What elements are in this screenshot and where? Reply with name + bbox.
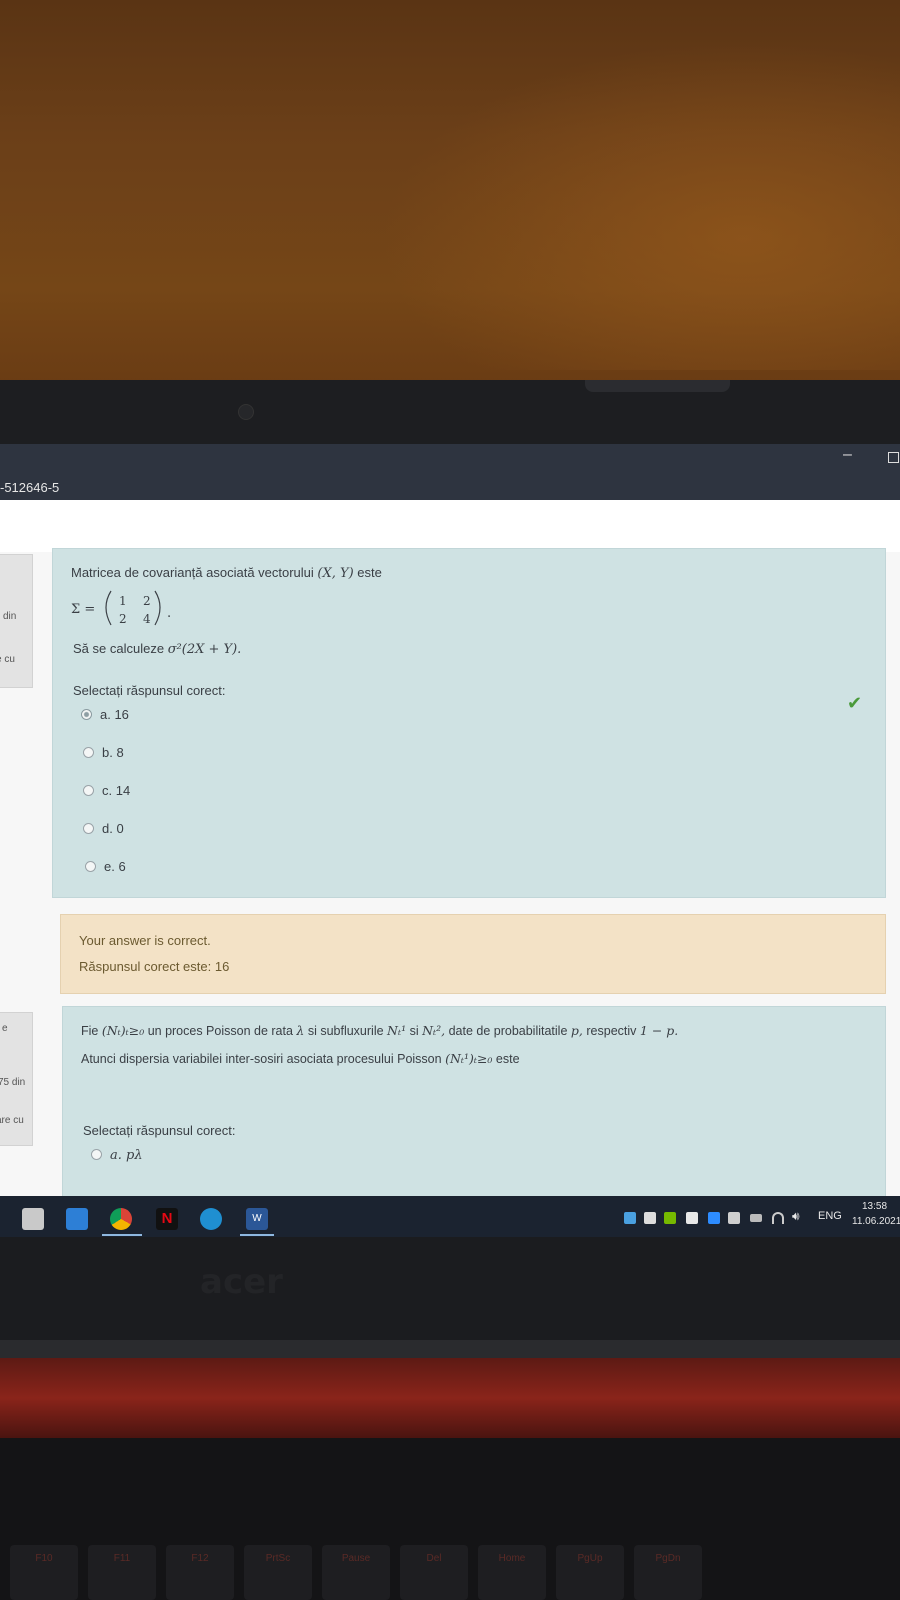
info-din: 75 din [0,1077,26,1088]
wifi-icon[interactable] [772,1212,784,1224]
radio-option-d[interactable] [83,823,94,834]
radio-option-a[interactable] [81,709,92,720]
tray-icon[interactable] [624,1212,636,1224]
battery-icon[interactable] [750,1214,762,1222]
question-2-line2: Atunci dispersia variabilei inter-sosiri… [81,1051,520,1066]
radio-option-a[interactable] [91,1149,102,1160]
feedback-box: Your answer is correct. Răspunsul corect… [60,914,886,994]
matrix-cell: 4 [143,612,151,626]
wall-light [380,40,900,370]
edge-icon[interactable] [200,1208,222,1230]
steam-icon[interactable] [686,1212,698,1224]
maximize-button[interactable] [888,452,899,463]
radio-option-c[interactable] [83,785,94,796]
laptop-hinge [0,1340,900,1358]
sigma-label: Σ = [71,602,95,617]
question-1-line1: Matricea de covarianță asociată vectorul… [71,565,382,581]
question-1-box: Matricea de covarianță asociată vectorul… [52,548,886,898]
question-1-line3: Să se calculeze σ²(2X + Y). [73,641,242,657]
zoom-icon[interactable] [708,1212,720,1224]
tray-icon[interactable] [644,1212,656,1224]
matrix-cell: 1 [119,594,127,608]
info-cu: are cu [0,1115,24,1126]
keyboard-key: Home [478,1545,546,1600]
keyboard-key: Del [400,1545,468,1600]
info-din: din [3,611,17,622]
window-titlebar: -512646-5 – [0,444,900,500]
minimize-button[interactable]: – [843,446,852,464]
info-e: e [2,1023,8,1034]
option-a[interactable]: a. pλ [91,1147,143,1163]
webcam [238,404,254,420]
clock-date[interactable]: 11.06.2021 [852,1216,900,1227]
language-indicator[interactable]: ENG [818,1210,842,1222]
feedback-status: Your answer is correct. [79,933,211,948]
laptop-bottom-bezel [0,1237,900,1357]
clock-time[interactable]: 13:58 [862,1201,887,1212]
word-icon[interactable]: W [246,1208,268,1230]
laptop-red-trim [0,1358,900,1438]
keyboard-key: F11 [88,1545,156,1600]
covariance-matrix: Σ = 1 2 2 4 . [71,585,191,626]
acer-logo: acer [200,1262,283,1302]
matrix-right-paren [154,590,161,626]
correct-check-icon: ✔ [847,693,863,713]
option-d[interactable]: d. 0 [83,821,124,836]
volume-icon[interactable]: 🔊︎ [792,1209,800,1224]
matrix-cell: 2 [143,594,151,608]
store-icon[interactable] [22,1208,44,1230]
word-indicator [240,1234,274,1236]
feedback-correct-answer: Răspunsul corect este: 16 [79,959,230,974]
question-2-line1: Fie (Nₜ)ₜ≥₀ un proces Poisson de rata λ … [81,1023,679,1038]
keyboard-key: F12 [166,1545,234,1600]
active-app-indicator [102,1234,142,1236]
radio-option-b[interactable] [83,747,94,758]
option-b[interactable]: b. 8 [83,745,124,760]
mail-icon[interactable] [66,1208,88,1230]
netflix-icon[interactable]: N [156,1208,178,1230]
matrix-period: . [167,606,171,621]
option-e[interactable]: e. 6 [85,859,126,874]
matrix-cell: 2 [119,612,127,626]
laptop-screen: -512646-5 – din e cu Matricea de covaria… [0,444,900,1237]
bezel-notch [585,380,730,392]
question-2-prompt: Selectați răspunsul corect: [83,1123,236,1138]
quiz-review-page: din e cu Matricea de covarianță asociată… [0,500,900,1206]
info-cu: e cu [0,654,15,665]
question-2-info-box: e 75 din are cu [0,1012,33,1146]
window-title: -512646-5 [0,480,60,495]
question-info-box: din e cu [0,554,33,688]
option-a[interactable]: a. 16 [81,707,129,722]
matrix-svg: Σ = 1 2 2 4 . [71,590,171,626]
laptop-top-bezel [0,380,900,444]
question-1-prompt: Selectați răspunsul corect: [73,683,226,698]
page-header-band [0,500,900,552]
windows-taskbar: N W 🔊︎ ENG 13:58 11.06.2021 [0,1196,900,1237]
matrix-left-paren [105,590,112,626]
chrome-icon[interactable] [110,1208,132,1230]
nvidia-icon[interactable] [664,1212,676,1224]
option-c[interactable]: c. 14 [83,783,130,798]
question-2-box: Fie (Nₜ)ₜ≥₀ un proces Poisson de rata λ … [62,1006,886,1206]
keyboard-key: F10 [10,1545,78,1600]
keyboard-key: PgDn [634,1545,702,1600]
radio-option-e[interactable] [85,861,96,872]
keyboard-key: PrtSc [244,1545,312,1600]
tray-icon[interactable] [728,1212,740,1224]
keyboard-key: Pause [322,1545,390,1600]
keyboard-key: PgUp [556,1545,624,1600]
